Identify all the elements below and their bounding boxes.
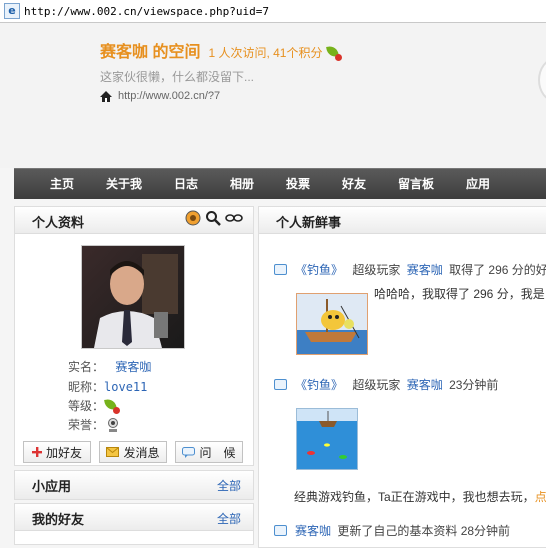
profile-field-nickname: 昵称：love11 bbox=[68, 378, 147, 395]
news-detail: 经典游戏钓鱼，Ta正在游戏中，我也想去玩，点 bbox=[294, 488, 546, 505]
fishing-game-image bbox=[297, 409, 357, 469]
ie-page-icon: e bbox=[4, 3, 20, 19]
greet-button[interactable]: 问 候 bbox=[175, 441, 243, 463]
field-label: 昵称： bbox=[68, 380, 105, 394]
news-detail-text: 经典游戏钓鱼，Ta正在游戏中，我也想去玩， bbox=[294, 490, 535, 504]
field-label: 等级： bbox=[68, 399, 105, 413]
profile-field-level: 等级： bbox=[68, 397, 121, 414]
space-title: 赛客咖 的空间 1 人次访问, 41个积分 bbox=[100, 38, 343, 62]
news-panel-title: 个人新鲜事 bbox=[276, 215, 342, 230]
app-link[interactable]: 《钓鱼》 bbox=[295, 263, 343, 277]
nav-item-album[interactable]: 相册 bbox=[224, 169, 260, 199]
greet-label: 问 候 bbox=[199, 445, 236, 460]
nav-item-guestbook[interactable]: 留言板 bbox=[392, 169, 440, 199]
nickname-value: love11 bbox=[104, 380, 148, 394]
fishing-game-image bbox=[297, 294, 367, 354]
app-link[interactable]: 《钓鱼》 bbox=[295, 378, 343, 392]
field-label: 实名： bbox=[68, 360, 105, 374]
news-entry: 赛客咖 更新了自己的基本资料 28分钟前 bbox=[274, 522, 510, 539]
envelope-icon bbox=[106, 447, 120, 457]
visit-stats: 1 人次访问, 41个积分 bbox=[208, 46, 323, 60]
nav-item-home[interactable]: 主页 bbox=[44, 169, 80, 199]
user-link[interactable]: 赛客咖 bbox=[407, 263, 443, 277]
space-title-text[interactable]: 赛客咖 的空间 bbox=[100, 44, 200, 61]
level-leaf-icon bbox=[326, 45, 343, 61]
profile-field-honor: 荣誉： bbox=[68, 416, 119, 433]
nav-item-friends[interactable]: 好友 bbox=[336, 169, 372, 199]
avatar-photo bbox=[82, 246, 184, 348]
plus-icon bbox=[31, 447, 42, 457]
main-nav: 主页 关于我 日志 相册 投票 好友 留言板 应用 bbox=[14, 168, 546, 199]
address-bar[interactable]: e http://www.002.cn/viewspace.php?uid=7 bbox=[0, 0, 546, 23]
user-link[interactable]: 赛客咖 bbox=[295, 524, 331, 538]
friends-more-link[interactable]: 全部 bbox=[217, 510, 241, 527]
nav-item-apps[interactable]: 应用 bbox=[460, 169, 496, 199]
nav-item-about[interactable]: 关于我 bbox=[100, 169, 148, 199]
user-link[interactable]: 赛客咖 bbox=[407, 378, 443, 392]
nav-item-blog[interactable]: 日志 bbox=[168, 169, 204, 199]
news-time: 23分钟前 bbox=[449, 378, 499, 392]
news-entry: 《钓鱼》 超级玩家 赛客咖 23分钟前 bbox=[274, 376, 498, 393]
play-link[interactable]: 点 bbox=[535, 490, 546, 504]
webcam-icon bbox=[108, 418, 119, 432]
player-role: 超级玩家 bbox=[352, 263, 401, 277]
medal-icon[interactable] bbox=[185, 210, 201, 226]
apps-panel: 小应用 全部 bbox=[14, 470, 254, 500]
link-icon[interactable] bbox=[225, 212, 243, 224]
chat-bubble-icon bbox=[274, 379, 287, 390]
field-label: 荣誉： bbox=[68, 418, 105, 432]
friends-panel: 我的好友 全部 bbox=[14, 503, 254, 545]
space-motto: 这家伙很懒，什么都没留下... bbox=[100, 70, 255, 84]
profile-panel-title: 个人资料 bbox=[32, 215, 85, 230]
news-detail: 哈哈哈，我取得了 296 分，我是 bbox=[374, 287, 545, 301]
home-icon bbox=[100, 90, 112, 102]
nav-item-poll[interactable]: 投票 bbox=[280, 169, 316, 199]
add-friend-label: 加好友 bbox=[45, 445, 82, 460]
fishing-game-thumb-1[interactable] bbox=[296, 293, 368, 355]
apps-panel-title: 小应用 bbox=[32, 479, 72, 494]
apps-more-link[interactable]: 全部 bbox=[217, 477, 241, 494]
avatar[interactable] bbox=[81, 245, 185, 349]
friends-panel-title: 我的好友 bbox=[32, 512, 85, 527]
news-entry: 《钓鱼》 超级玩家 赛客咖 取得了 296 分的好 bbox=[274, 261, 546, 278]
news-action: 更新了自己的基本资料 28分钟前 bbox=[337, 524, 511, 538]
apps-panel-header: 小应用 全部 bbox=[15, 471, 253, 499]
profile-tools bbox=[185, 210, 243, 226]
level-leaf-icon bbox=[104, 398, 121, 414]
player-role: 超级玩家 bbox=[352, 378, 401, 392]
chat-bubble-icon bbox=[274, 525, 287, 536]
send-message-button[interactable]: 发消息 bbox=[99, 441, 167, 463]
search-icon[interactable] bbox=[205, 210, 221, 226]
profile-field-realname: 实名： 赛客咖 bbox=[68, 358, 151, 375]
friends-panel-header: 我的好友 全部 bbox=[15, 504, 253, 531]
send-message-label: 发消息 bbox=[123, 445, 160, 460]
chat-bubble-icon bbox=[274, 264, 287, 275]
home-url[interactable]: http://www.002.cn/?7 bbox=[118, 90, 220, 102]
fishing-game-thumb-2[interactable] bbox=[296, 408, 358, 470]
chat-bubble-icon bbox=[182, 446, 196, 458]
news-panel-header: 个人新鲜事 bbox=[259, 207, 546, 234]
add-friend-button[interactable]: 加好友 bbox=[23, 441, 91, 463]
news-action: 取得了 296 分的好 bbox=[449, 263, 546, 277]
url-text[interactable]: http://www.002.cn/viewspace.php?uid=7 bbox=[24, 5, 269, 18]
realname-value[interactable]: 赛客咖 bbox=[115, 360, 151, 374]
home-link[interactable]: http://www.002.cn/?7 bbox=[100, 90, 220, 102]
profile-panel-header: 个人资料 bbox=[15, 207, 253, 234]
